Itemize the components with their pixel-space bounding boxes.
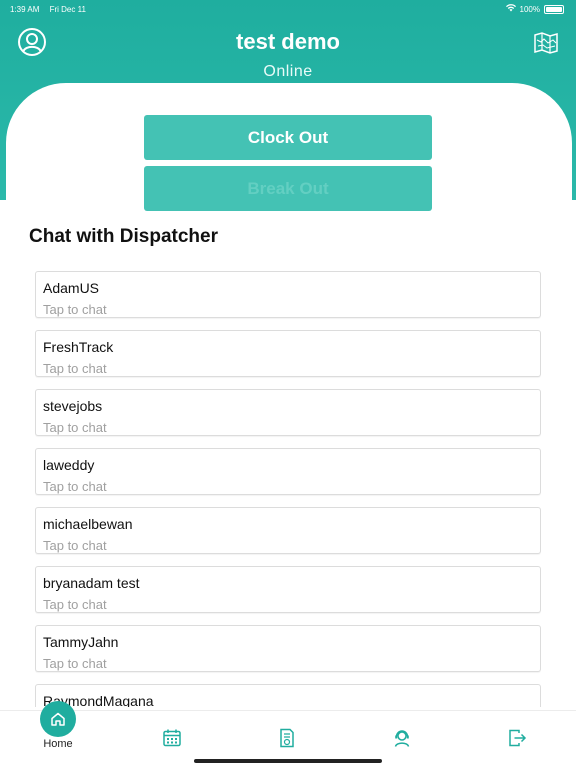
dispatcher-name: michaelbewan (43, 516, 133, 532)
status-bar: 1:39 AM Fri Dec 11 100% (10, 3, 564, 15)
tap-hint: Tap to chat (43, 302, 107, 317)
map-icon (534, 32, 558, 54)
tap-hint: Tap to chat (43, 361, 107, 376)
document-icon (280, 728, 294, 748)
tap-hint: Tap to chat (43, 538, 107, 553)
dispatcher-name: laweddy (43, 457, 95, 473)
dispatcher-name: FreshTrack (43, 339, 114, 355)
list-item[interactable]: AdamUS Tap to chat (35, 271, 541, 318)
dispatcher-name: TammyJahn (43, 634, 119, 650)
list-item[interactable]: stevejobs Tap to chat (35, 389, 541, 436)
nav-calendar[interactable] (157, 723, 187, 753)
online-status: Online (263, 63, 313, 80)
map-button[interactable] (531, 28, 561, 58)
list-item[interactable]: michaelbewan Tap to chat (35, 507, 541, 554)
list-item[interactable]: bryanadam test Tap to chat (35, 566, 541, 613)
status-time: 1:39 AM (10, 4, 40, 14)
list-item[interactable]: TammyJahn Tap to chat (35, 625, 541, 672)
nav-documents[interactable] (272, 723, 302, 753)
calendar-icon (163, 729, 181, 747)
list-item[interactable]: FreshTrack Tap to chat (35, 330, 541, 377)
home-indicator (194, 759, 382, 763)
nav-support[interactable] (387, 723, 417, 753)
logout-icon (509, 729, 527, 747)
list-item[interactable]: laweddy Tap to chat (35, 448, 541, 495)
nav-home[interactable] (40, 701, 76, 737)
support-agent-icon (394, 730, 410, 747)
page-title: test demo (236, 29, 340, 54)
nav-logout[interactable] (502, 723, 532, 753)
battery-percent: 100% (519, 4, 540, 14)
home-icon (51, 712, 65, 726)
dispatcher-name: bryanadam test (43, 575, 140, 591)
dispatcher-list[interactable]: AdamUS Tap to chat FreshTrack Tap to cha… (35, 271, 541, 707)
dispatcher-name: stevejobs (43, 398, 103, 414)
nav-home-label: Home (43, 738, 73, 750)
chat-section-title: Chat with Dispatcher (29, 226, 218, 247)
battery-icon (544, 4, 564, 14)
tap-hint: Tap to chat (43, 479, 107, 494)
tap-hint: Tap to chat (43, 656, 107, 671)
tap-hint: Tap to chat (43, 597, 107, 612)
tap-hint: Tap to chat (43, 420, 107, 435)
wifi-icon (505, 4, 516, 14)
break-button[interactable]: Break Out (144, 166, 432, 211)
list-item[interactable]: RaymondMagana (35, 684, 541, 707)
clock-out-button[interactable]: Clock Out (144, 115, 432, 160)
dispatcher-name: AdamUS (43, 280, 100, 296)
status-date: Fri Dec 11 (49, 4, 86, 14)
